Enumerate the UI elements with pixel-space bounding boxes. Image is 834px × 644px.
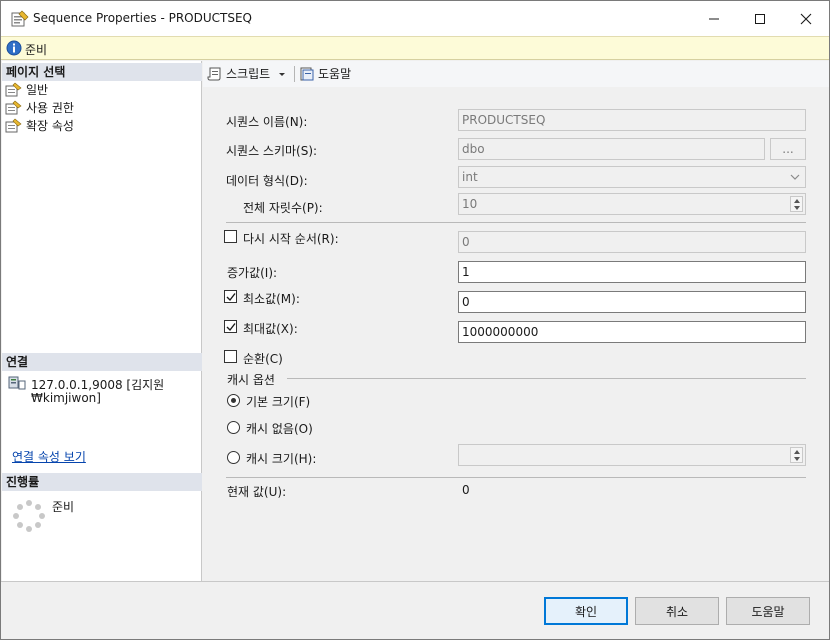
page-item-label: 확장 속성 (26, 119, 74, 133)
restart-value-field: 0 (458, 231, 806, 253)
progress-header: 진행률 (2, 473, 202, 491)
page-item-label: 사용 권한 (26, 101, 74, 115)
server-connection-icon (8, 376, 26, 390)
progress-status-text: 준비 (52, 500, 75, 514)
script-scroll-icon (207, 67, 221, 80)
sequence-properties-window: Sequence Properties - PRODUCTSEQ 준비 페이지 … (0, 0, 830, 640)
maximize-icon (755, 13, 765, 24)
restart-label: 다시 시작 순서(R): (243, 232, 339, 246)
toolbar: 스크립트 도움말 (203, 61, 829, 87)
sequence-name-label: 시퀀스 이름(N): (226, 115, 308, 129)
current-value-label: 현재 값(U): (227, 485, 287, 499)
close-icon (800, 13, 812, 24)
script-button[interactable]: 스크립트 (207, 65, 287, 82)
connection-user-text: ₩kimjiwon] (31, 391, 101, 405)
spin-up-icon (794, 199, 800, 203)
page-wrench-icon (5, 118, 22, 133)
data-type-value: int (462, 170, 478, 184)
script-label: 스크립트 (226, 67, 271, 81)
cache-default-label: 기본 크기(F) (246, 395, 311, 409)
cache-options-group-label: 캐시 옵션 (227, 373, 275, 387)
page-item-label: 일반 (26, 83, 49, 97)
chevron-down-icon (790, 174, 800, 180)
spin-down-icon (794, 457, 800, 461)
sequence-schema-field: dbo (458, 138, 765, 160)
increment-label: 증가값(I): (227, 266, 278, 280)
page-item-extended-properties[interactable]: 확장 속성 (5, 117, 74, 134)
spin-up-icon (794, 450, 800, 454)
increment-input[interactable]: 1 (458, 261, 806, 283)
cycle-label: 순환(C) (243, 352, 283, 366)
close-button[interactable] (783, 1, 829, 36)
toolbar-separator (294, 66, 295, 82)
page-item-permissions[interactable]: 사용 권한 (5, 99, 74, 116)
cycle-checkbox[interactable] (224, 350, 237, 363)
precision-stepper: 10 (458, 193, 806, 215)
status-text: 준비 (25, 43, 48, 57)
sequence-schema-label: 시퀀스 스키마(S): (226, 144, 318, 158)
sequence-name-field: PRODUCTSEQ (458, 109, 806, 131)
minimize-icon (709, 18, 719, 19)
restart-checkbox[interactable] (224, 230, 237, 243)
maximize-button[interactable] (737, 1, 783, 36)
maximum-label: 최대값(X): (243, 322, 298, 336)
page-item-general[interactable]: 일반 (5, 81, 48, 98)
cancel-button[interactable]: 취소 (635, 597, 719, 625)
precision-value: 10 (462, 197, 478, 211)
page-select-header: 페이지 선택 (2, 63, 202, 81)
dropdown-arrow-icon (279, 72, 286, 76)
cache-size-stepper (458, 444, 806, 466)
checkmark-icon (226, 293, 236, 302)
precision-label: 전체 자릿수(P): (243, 201, 323, 215)
view-connection-properties-link[interactable]: 연결 속성 보기 (12, 448, 86, 465)
section-divider (226, 477, 806, 478)
help-button[interactable]: 도움말 (726, 597, 810, 625)
left-panel: 페이지 선택 일반 사용 권한 확장 속성 연결 127.0.0.1,9008 … (2, 61, 202, 581)
status-bar: 준비 (1, 36, 829, 60)
info-icon (6, 40, 22, 56)
maximum-input[interactable]: 1000000000 (458, 321, 806, 343)
page-wrench-icon (5, 82, 22, 97)
toolbar-help-button[interactable]: 도움말 (299, 65, 351, 82)
ok-button[interactable]: 확인 (544, 597, 628, 625)
cache-size-radio[interactable] (227, 451, 240, 464)
checkmark-icon (226, 323, 236, 332)
spin-down-icon (794, 206, 800, 210)
properties-app-icon (11, 10, 29, 27)
cache-none-radio[interactable] (227, 421, 240, 434)
minimize-button[interactable] (691, 1, 737, 36)
connection-header: 연결 (2, 353, 202, 371)
cache-none-label: 캐시 없음(O) (246, 422, 313, 436)
spin-buttons (790, 196, 803, 212)
minimum-label: 최소값(M): (243, 292, 300, 306)
section-divider (226, 222, 806, 223)
progress-spinner-icon (13, 500, 45, 532)
cache-default-radio[interactable] (227, 394, 240, 407)
data-type-select: int (458, 166, 806, 188)
spin-buttons (790, 447, 803, 463)
minimum-checkbox[interactable] (224, 290, 237, 303)
title-bar: Sequence Properties - PRODUCTSEQ (1, 1, 829, 36)
minimum-input[interactable]: 0 (458, 291, 806, 313)
current-value: 0 (462, 483, 470, 497)
help-label: 도움말 (318, 67, 352, 81)
page-wrench-icon (5, 100, 22, 115)
maximum-checkbox[interactable] (224, 320, 237, 333)
cache-group-divider (287, 378, 806, 379)
window-title: Sequence Properties - PRODUCTSEQ (33, 11, 253, 25)
schema-browse-button: ... (770, 138, 806, 160)
cache-size-label: 캐시 크기(H): (246, 452, 317, 466)
dialog-footer: 확인 취소 도움말 (1, 581, 829, 639)
data-type-label: 데이터 형식(D): (226, 174, 308, 188)
help-book-icon (300, 67, 314, 80)
